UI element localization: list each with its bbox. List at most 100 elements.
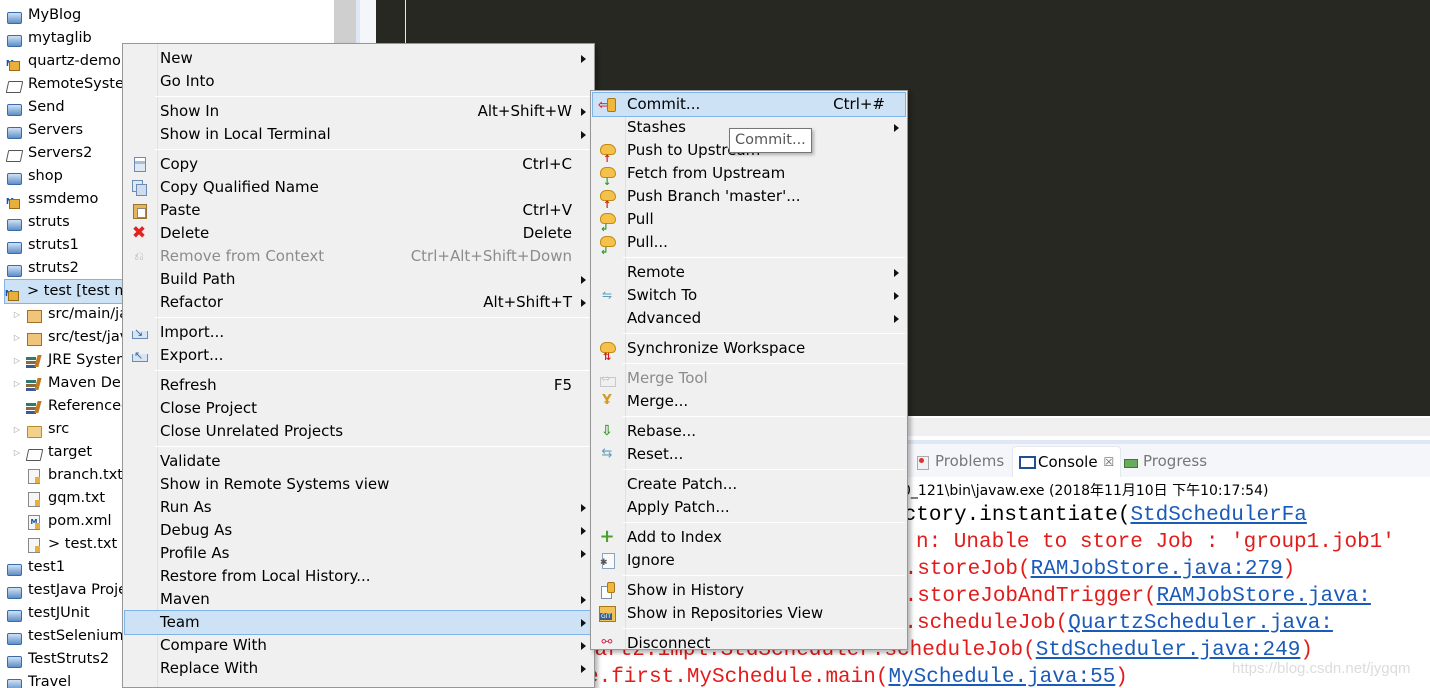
menu-item-push-branch-master[interactable]: Push Branch 'master'... — [593, 185, 905, 217]
menu-item-close-unrelated-projects[interactable]: Close Unrelated Projects — [125, 420, 592, 443]
menu-item-compare-with[interactable]: Compare With — [125, 634, 592, 657]
menu-item-label: Refactor — [160, 293, 223, 311]
stacktrace-link[interactable]: RAMJobStore.java: — [1157, 585, 1371, 608]
menu-item-paste[interactable]: Paste Ctrl+V — [125, 199, 592, 222]
tree-item-label: Send — [28, 99, 65, 115]
tree-item[interactable]: struts — [6, 211, 70, 234]
menu-item-switch-to[interactable]: ⇋ Switch To — [593, 284, 905, 307]
menu-item-export[interactable]: Export... — [125, 344, 592, 367]
menu-item-run-as[interactable]: Run As — [125, 496, 592, 519]
menu-item-label: Reset... — [627, 445, 684, 463]
tree-item[interactable]: Servers2 — [6, 142, 92, 165]
menu-item-disconnect[interactable]: ⚯ Disconnect — [593, 632, 905, 655]
stacktrace-link[interactable]: QuartzScheduler.java: — [1068, 612, 1333, 635]
tab-console-label: Console — [1038, 452, 1098, 471]
tree-item[interactable]: testSelenium — [6, 625, 123, 648]
menu-item-validate[interactable]: Validate — [125, 450, 592, 473]
folder-closed-icon — [6, 652, 22, 668]
tree-item[interactable]: mytaglib — [6, 27, 92, 50]
menu-item-synchronize-workspace[interactable]: Synchronize Workspace — [593, 337, 905, 369]
menu-item-team[interactable]: Team — [124, 610, 593, 635]
tree-item[interactable]: testJava Project — [6, 579, 141, 602]
menu-item-remote[interactable]: Remote — [593, 261, 905, 284]
menu-item-add-to-index[interactable]: + Add to Index — [593, 526, 905, 549]
file-icon — [26, 537, 42, 553]
menu-item-import[interactable]: Import... — [125, 321, 592, 344]
tree-item[interactable]: ▷ src — [12, 418, 69, 441]
menu-item-fetch-from-upstream[interactable]: Fetch from Upstream — [593, 162, 905, 194]
menu-item-replace-with[interactable]: Replace With — [125, 657, 592, 680]
tree-item[interactable]: quartz-demo — [6, 50, 121, 75]
menu-item-close-project[interactable]: Close Project — [125, 397, 592, 420]
menu-item-go-into[interactable]: Go Into — [125, 70, 592, 93]
menu-item-reset[interactable]: ⇆ Reset... — [593, 443, 905, 466]
menu-item-ignore[interactable]: Ignore — [593, 549, 905, 575]
expand-toggle-icon[interactable]: ▷ — [12, 441, 22, 464]
menu-item-refactor[interactable]: Refactor Alt+Shift+T — [125, 291, 592, 314]
menu-item-label: Run As — [160, 498, 212, 516]
menu-item-advanced[interactable]: Advanced — [593, 307, 905, 330]
tree-item[interactable]: test1 — [6, 556, 65, 579]
tree-item[interactable]: branch.txt — [12, 464, 123, 487]
menu-separator — [623, 363, 905, 364]
menu-item-maven[interactable]: Maven — [125, 588, 592, 611]
tree-item[interactable]: Travel — [6, 671, 71, 688]
expand-toggle-icon[interactable]: ▷ — [12, 349, 22, 372]
menu-item-new[interactable]: New — [125, 47, 592, 70]
menu-item-restore-from-local-history[interactable]: Restore from Local History... — [125, 565, 592, 588]
tab-console[interactable]: Console ☒ — [1012, 446, 1122, 478]
tree-item[interactable]: > test.txt — [12, 533, 117, 556]
menu-item-label: Switch To — [627, 286, 698, 304]
tree-item[interactable]: struts1 — [6, 234, 79, 257]
menu-item-pull[interactable]: Pull — [593, 208, 905, 240]
tree-item[interactable]: TestStruts2 — [6, 648, 109, 671]
menu-item-profile-as[interactable]: Profile As — [125, 542, 592, 565]
stacktrace-link[interactable]: StdScheduler.java:249 — [1036, 639, 1301, 662]
menu-item-merge[interactable]: Ұ Merge... — [593, 390, 905, 413]
menu-item-commit[interactable]: Commit... Ctrl+# — [592, 92, 906, 117]
menu-item-show-in-history[interactable]: Show in History — [593, 579, 905, 602]
menu-item-pull[interactable]: Pull... — [593, 231, 905, 263]
menu-item-delete[interactable]: ✖ Delete Delete — [125, 222, 592, 245]
tree-item[interactable]: ▷ target — [12, 441, 92, 464]
stacktrace-link[interactable]: RAMJobStore.java:279 — [1031, 558, 1283, 581]
expand-toggle-icon[interactable]: ▷ — [12, 372, 22, 395]
menu-item-copy-qualified-name[interactable]: Copy Qualified Name — [125, 176, 592, 199]
tree-item[interactable]: Servers — [6, 119, 83, 142]
menu-item-refresh[interactable]: Refresh F5 — [125, 374, 592, 397]
tree-item[interactable]: Send — [6, 96, 65, 119]
tree-item[interactable]: ▷ src/test/java — [12, 326, 137, 349]
tree-item[interactable]: MyBlog — [6, 4, 81, 27]
tree-item[interactable]: gqm.txt — [12, 487, 105, 510]
menu-separator — [155, 149, 592, 150]
tree-item-label: test1 — [28, 559, 66, 575]
tree-item[interactable]: ssmdemo — [6, 188, 98, 213]
close-icon[interactable]: ☒ — [1104, 447, 1115, 478]
console-text: e.first.MySchedule.main( — [586, 666, 889, 688]
tree-item[interactable]: pom.xml — [12, 510, 112, 533]
tree-item[interactable]: shop — [6, 165, 63, 188]
stacktrace-link[interactable]: MySchedule.java:55 — [888, 666, 1115, 688]
menu-item-copy[interactable]: Copy Ctrl+C — [125, 153, 592, 176]
folder-closed-icon — [6, 31, 22, 47]
menu-item-show-in-local-terminal[interactable]: Show in Local Terminal — [125, 123, 592, 146]
menu-item-show-in-remote-systems-view[interactable]: Show in Remote Systems view — [125, 473, 592, 496]
tree-item[interactable]: struts2 — [6, 257, 79, 280]
expand-toggle-icon[interactable]: ▷ — [12, 303, 22, 326]
menu-item-merge-tool: Merge Tool — [593, 367, 905, 390]
menu-item-show-in-repositories-view[interactable]: Show in Repositories View — [593, 602, 905, 625]
menu-item-show-in[interactable]: Show In Alt+Shift+W — [125, 100, 592, 123]
menu-item-apply-patch[interactable]: Apply Patch... — [593, 496, 905, 519]
menu-item-build-path[interactable]: Build Path — [125, 268, 592, 291]
menu-item-create-patch[interactable]: Create Patch... — [593, 473, 905, 496]
menu-accelerator: Alt+Shift+W — [477, 102, 572, 120]
tab-progress[interactable]: Progress — [1124, 446, 1207, 477]
tree-item[interactable]: testJUnit — [6, 602, 90, 625]
expand-toggle-icon[interactable]: ▷ — [12, 418, 22, 441]
stacktrace-link[interactable]: StdSchedulerFa — [1130, 504, 1306, 527]
menu-item-label: Profile As — [160, 544, 230, 562]
expand-toggle-icon[interactable]: ▷ — [12, 326, 22, 349]
tab-problems[interactable]: Problems — [916, 446, 1004, 477]
menu-item-rebase[interactable]: ⇩ Rebase... — [593, 420, 905, 443]
menu-item-debug-as[interactable]: Debug As — [125, 519, 592, 542]
